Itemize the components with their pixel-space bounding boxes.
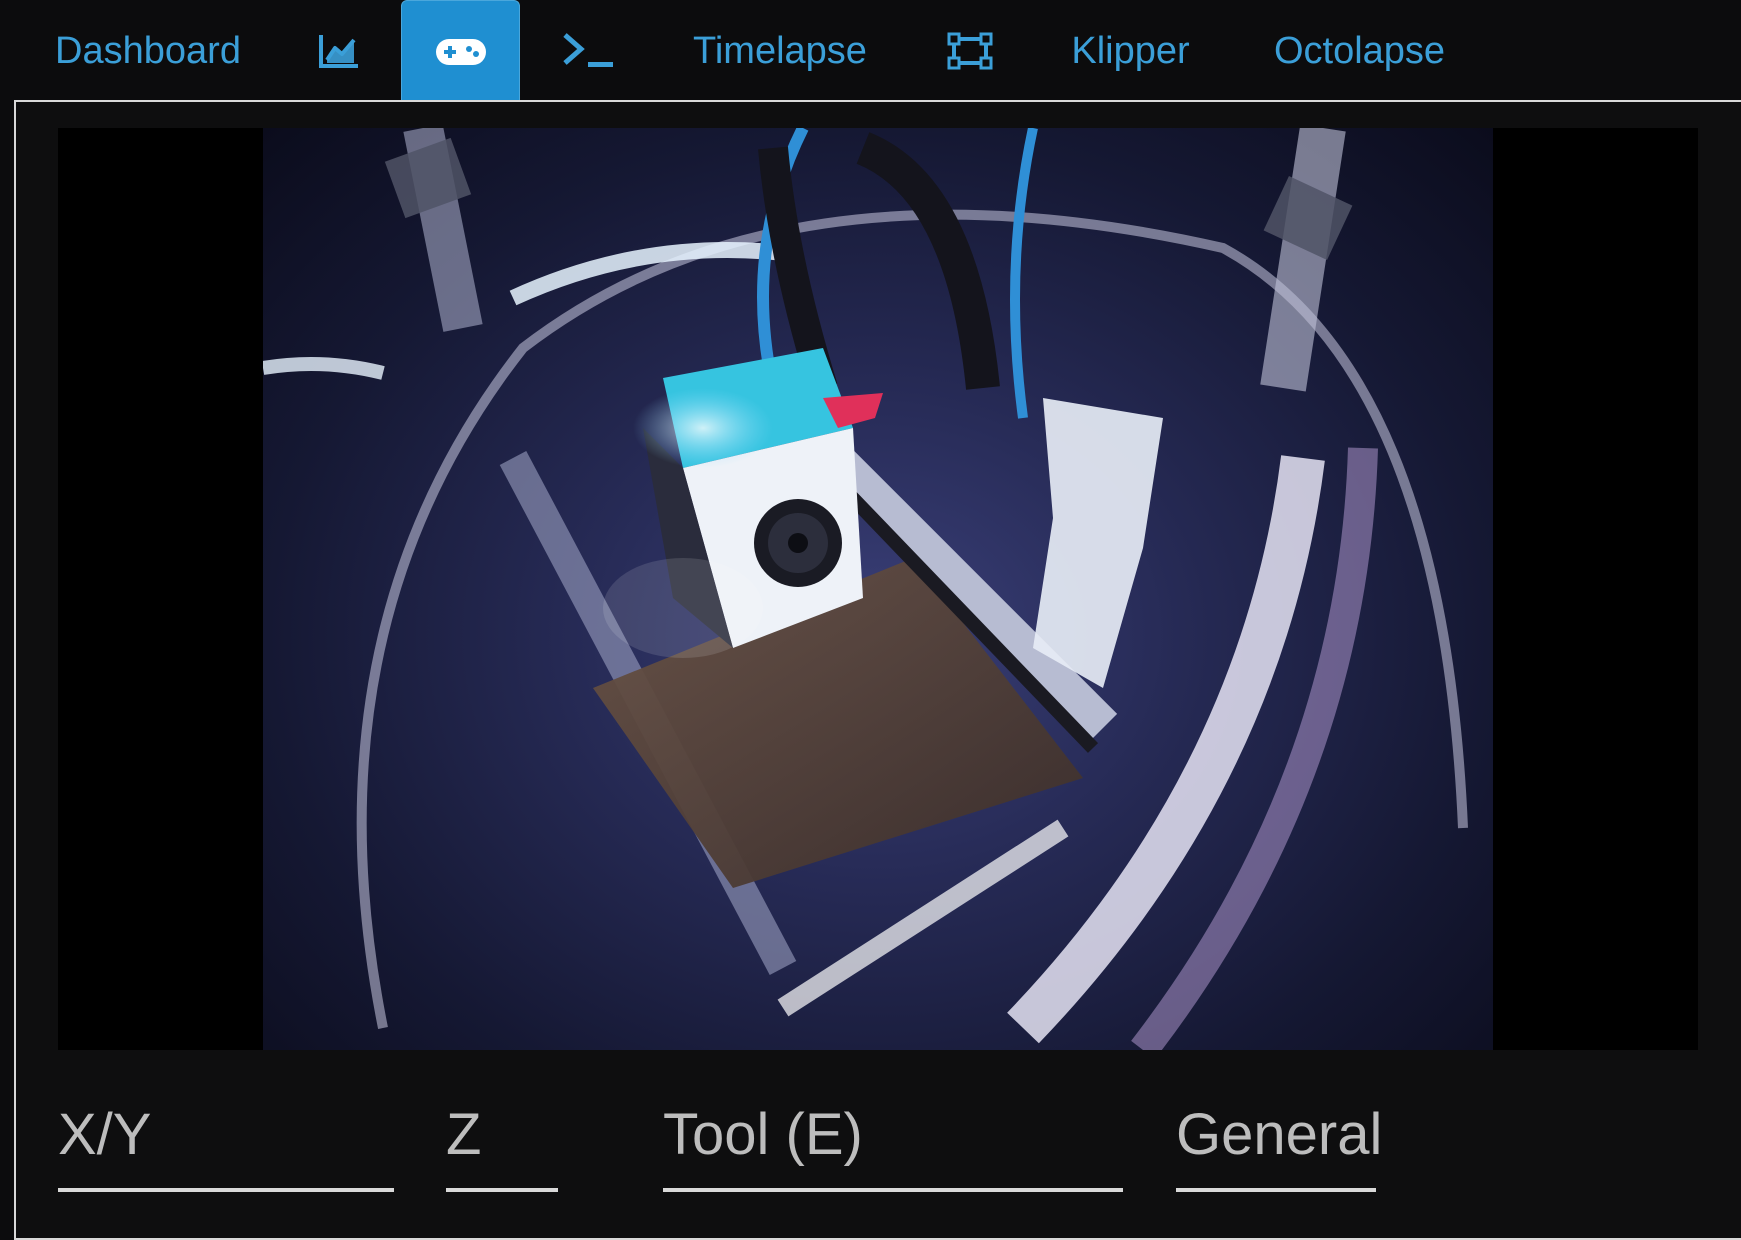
section-z[interactable]: Z bbox=[446, 1080, 558, 1192]
vector-square-icon bbox=[946, 31, 994, 71]
webcam-scene bbox=[263, 128, 1468, 1050]
tab-octolapse[interactable]: Octolapse bbox=[1262, 0, 1457, 102]
section-tool[interactable]: Tool (E) bbox=[663, 1080, 1123, 1192]
tab-control[interactable] bbox=[401, 0, 520, 102]
chart-line-icon bbox=[318, 33, 360, 69]
section-z-label: Z bbox=[446, 1101, 482, 1167]
tab-timelapse-label: Timelapse bbox=[693, 29, 867, 72]
tab-dashboard[interactable]: Dashboard bbox=[38, 0, 258, 102]
tab-klipper[interactable]: Klipper bbox=[1058, 0, 1203, 102]
tab-gcode-viewer[interactable] bbox=[935, 0, 1005, 102]
webcam-stream-image[interactable] bbox=[263, 128, 1493, 1050]
section-xy-label: X/Y bbox=[58, 1101, 152, 1167]
tab-terminal[interactable] bbox=[548, 0, 628, 102]
terminal-icon bbox=[561, 31, 615, 71]
tab-klipper-label: Klipper bbox=[1071, 29, 1190, 72]
gamepad-icon bbox=[435, 37, 487, 67]
tab-octolapse-label: Octolapse bbox=[1273, 29, 1446, 72]
webcam-container bbox=[58, 128, 1698, 1050]
tab-timelapse[interactable]: Timelapse bbox=[680, 0, 880, 102]
tab-dashboard-label: Dashboard bbox=[55, 29, 241, 72]
section-general[interactable]: General bbox=[1176, 1080, 1382, 1192]
section-xy[interactable]: X/Y bbox=[58, 1080, 394, 1192]
main-tab-bar: Dashboard Timelapse Klipper Octolapse bbox=[0, 0, 1741, 102]
section-general-label: General bbox=[1176, 1101, 1383, 1167]
tab-temperature[interactable] bbox=[300, 0, 378, 102]
section-tool-label: Tool (E) bbox=[663, 1101, 863, 1167]
